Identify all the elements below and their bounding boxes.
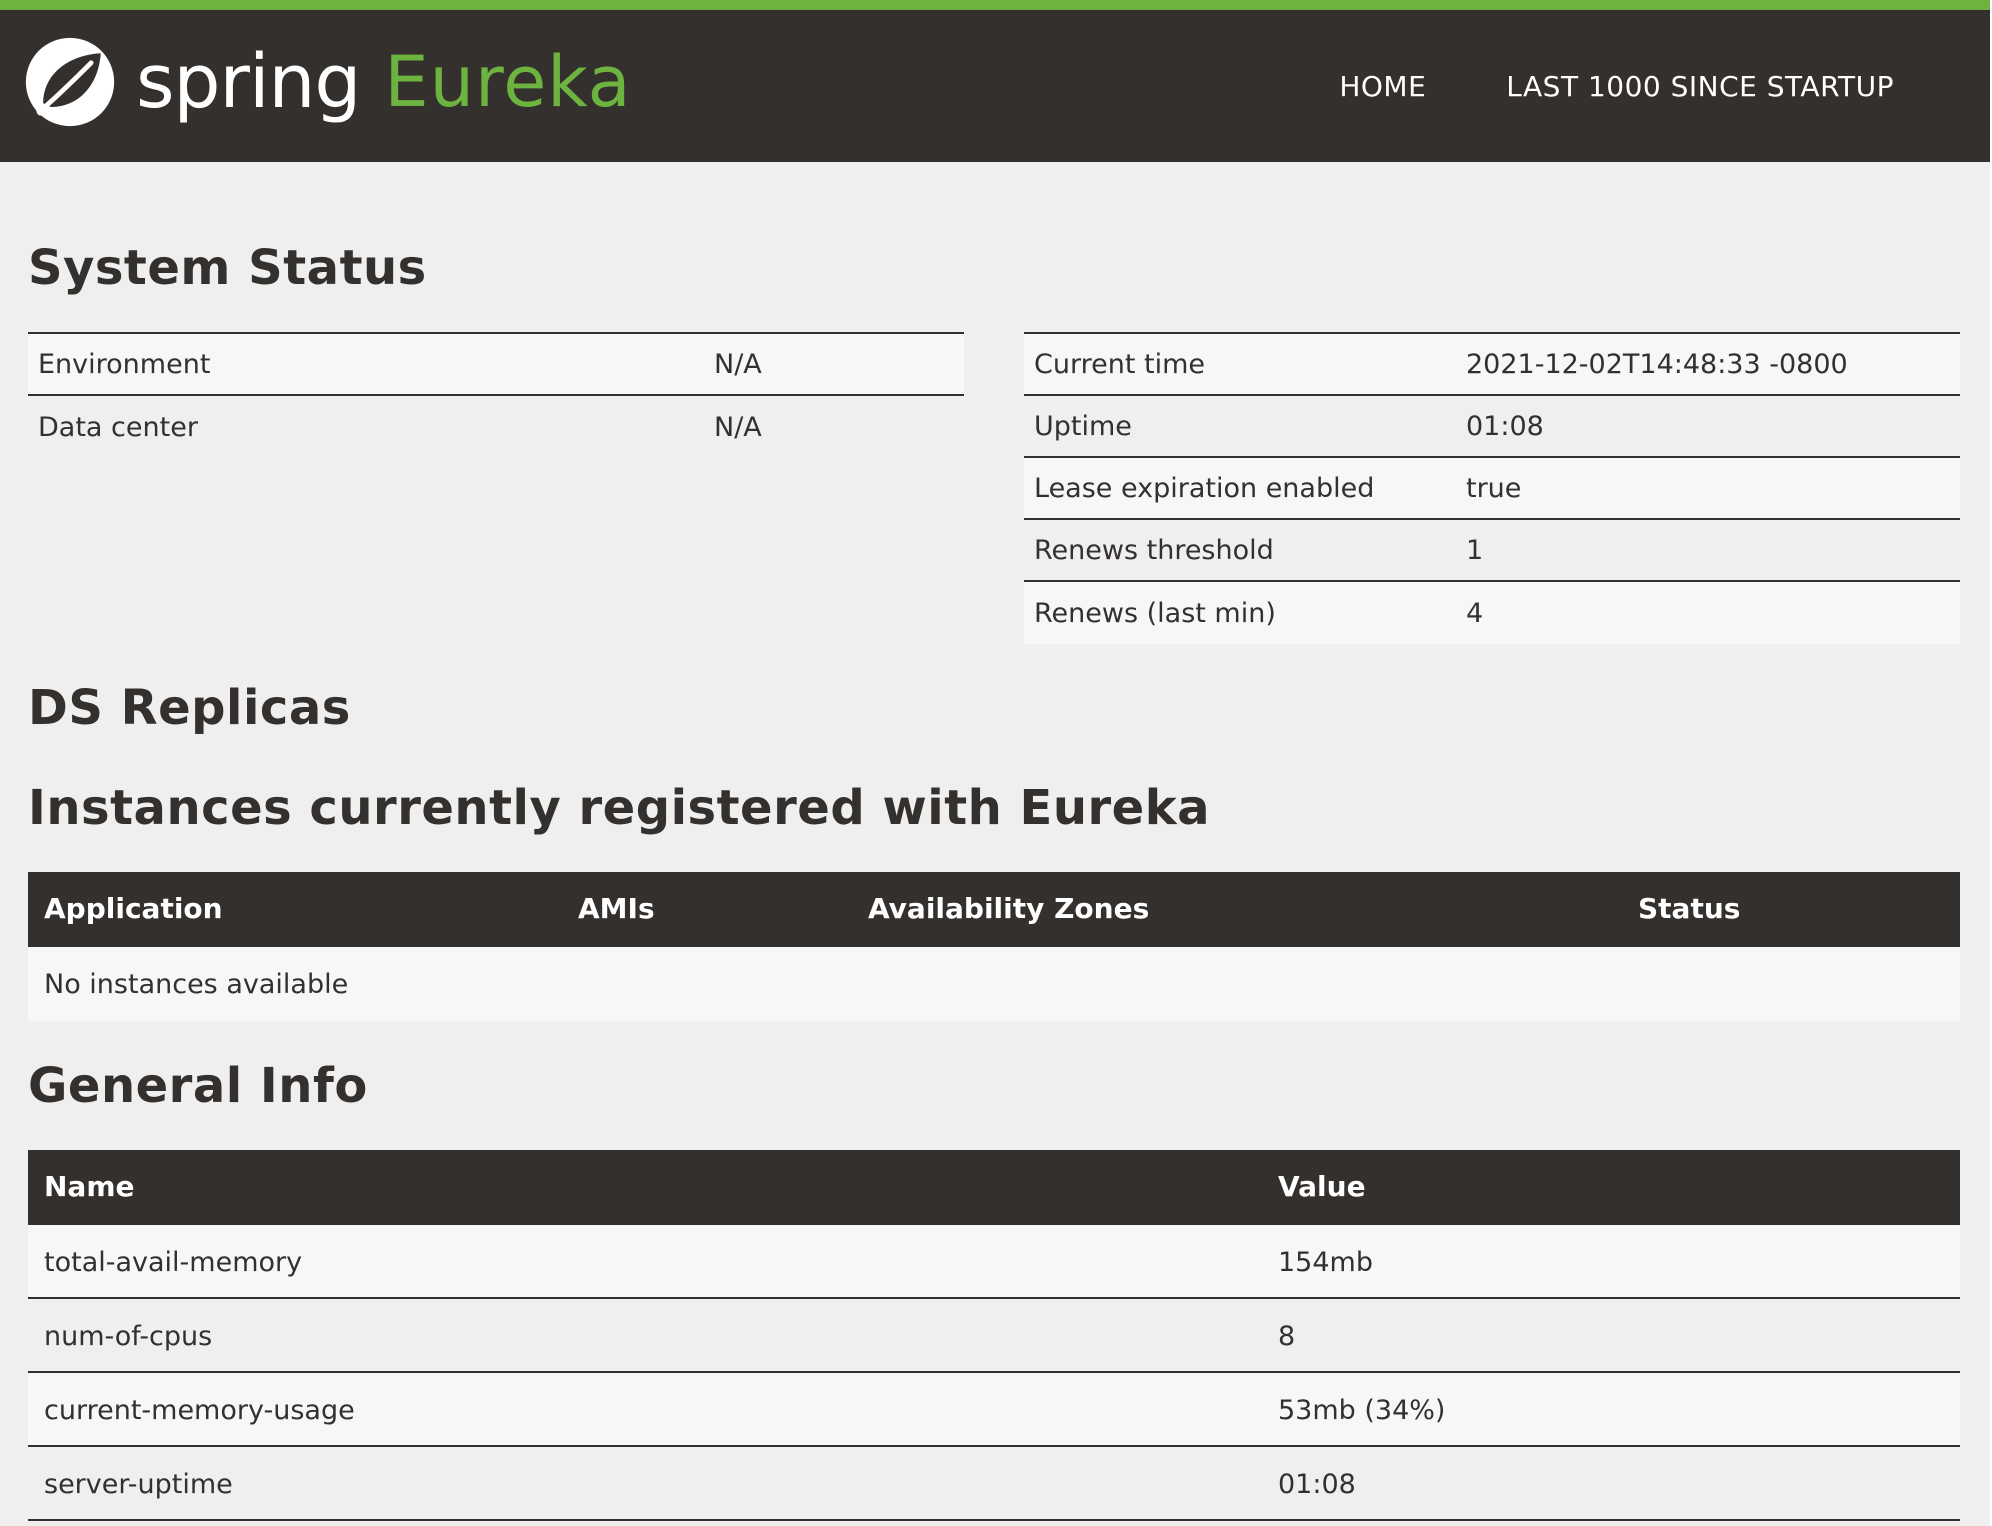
nav-links: HOME LAST 1000 SINCE STARTUP [1339,70,1894,103]
info-name: num-of-cpus [44,1321,213,1352]
table-row: Uptime 01:08 [1024,396,1960,458]
status-key: Environment [38,348,211,380]
system-status-right-table: Current time 2021-12-02T14:48:33 -0800 U… [1024,332,1960,644]
status-value: 1 [1466,534,1484,566]
table-row: current-memory-usage 53mb (34%) [28,1373,1960,1447]
info-value: 53mb (34%) [1278,1395,1446,1426]
status-value: N/A [714,411,762,443]
brand[interactable]: spring Eureka [22,32,632,132]
status-key: Renews (last min) [1034,597,1276,629]
table-row: total-avail-memory 154mb [28,1225,1960,1299]
general-info-heading: General Info [28,1058,368,1114]
instances-table-header: Application AMIs Availability Zones Stat… [28,872,1960,947]
system-status-heading: System Status [28,240,427,296]
ds-replicas-heading: DS Replicas [28,680,351,736]
instances-heading: Instances currently registered with Eure… [28,780,1211,836]
system-status-left-table: Environment N/A Data center N/A [28,332,964,458]
general-info-table: Name Value total-avail-memory 154mb num-… [28,1150,1960,1521]
table-row: Current time 2021-12-02T14:48:33 -0800 [1024,334,1960,396]
nav-last1000-link[interactable]: LAST 1000 SINCE STARTUP [1506,70,1894,103]
table-row: No instances available [28,947,1960,1021]
status-key: Lease expiration enabled [1034,472,1375,504]
status-value: 4 [1466,597,1484,629]
status-key: Data center [38,411,198,443]
empty-message: No instances available [44,969,349,1000]
table-row: num-of-cpus 8 [28,1299,1960,1373]
info-name: server-uptime [44,1469,233,1500]
column-header-application: Application [44,892,223,925]
status-value: 01:08 [1466,410,1544,442]
table-row: server-uptime 01:08 [28,1447,1960,1521]
column-header-value: Value [1278,1170,1366,1203]
info-name: total-avail-memory [44,1247,303,1278]
table-row: Renews threshold 1 [1024,520,1960,582]
top-accent-stripe [0,0,1990,10]
status-key: Uptime [1034,410,1132,442]
instances-table: Application AMIs Availability Zones Stat… [28,872,1960,1021]
status-key: Renews threshold [1034,534,1274,566]
brand-eureka-text: Eureka [384,41,632,123]
navbar: spring Eureka HOME LAST 1000 SINCE START… [0,10,1990,162]
info-value: 8 [1278,1321,1296,1352]
nav-home-link[interactable]: HOME [1339,70,1426,103]
general-info-table-header: Name Value [28,1150,1960,1225]
status-value: true [1466,472,1522,504]
table-row: Renews (last min) 4 [1024,582,1960,644]
status-value: N/A [714,348,762,380]
info-value: 154mb [1278,1247,1373,1278]
info-value: 01:08 [1278,1469,1356,1500]
table-row: Environment N/A [28,334,964,396]
table-row: Data center N/A [28,396,964,458]
column-header-amis: AMIs [578,892,655,925]
column-header-availability-zones: Availability Zones [868,892,1150,925]
table-row: Lease expiration enabled true [1024,458,1960,520]
eureka-dashboard: spring Eureka HOME LAST 1000 SINCE START… [0,0,1992,1526]
brand-spring-text: spring [136,39,361,125]
column-header-status: Status [1638,892,1741,925]
status-value: 2021-12-02T14:48:33 -0800 [1466,348,1848,380]
info-name: current-memory-usage [44,1395,355,1426]
status-key: Current time [1034,348,1205,380]
column-header-name: Name [44,1170,135,1203]
spring-leaf-icon [25,37,115,127]
